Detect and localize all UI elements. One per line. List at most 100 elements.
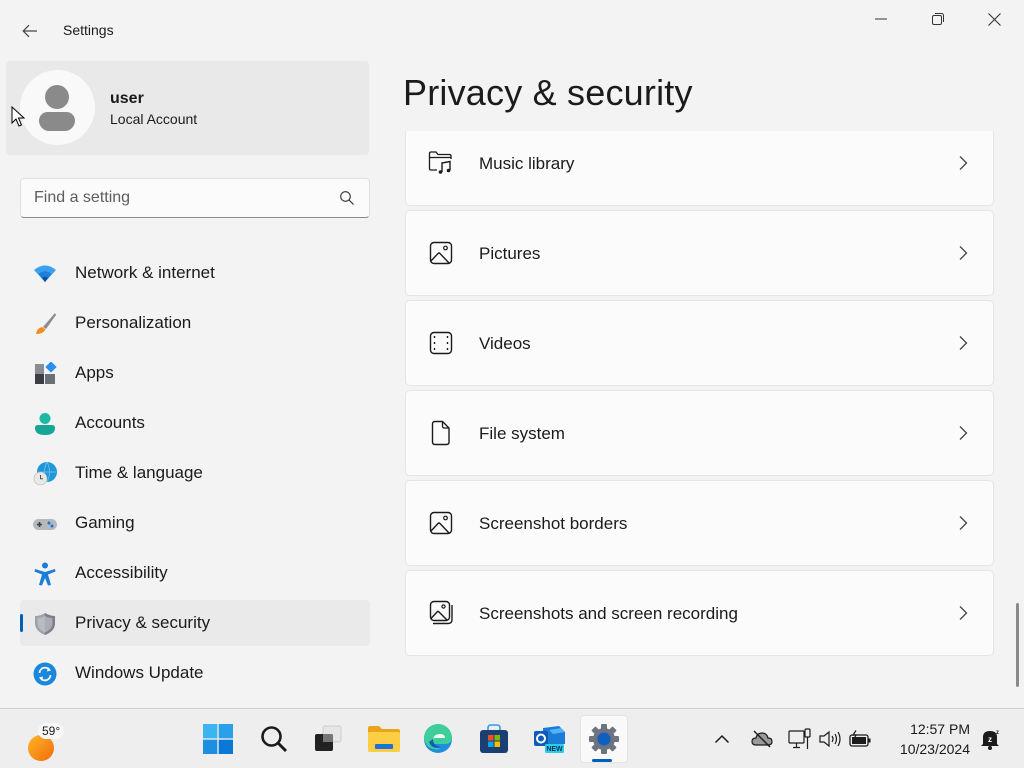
setting-label: Pictures [479, 244, 541, 263]
setting-card-pictures[interactable]: Pictures [405, 210, 994, 296]
back-button[interactable] [14, 16, 46, 46]
setting-label: Screenshots and screen recording [479, 604, 738, 623]
store-icon [480, 724, 508, 753]
setting-card-videos[interactable]: Videos [405, 300, 994, 386]
minimize-button[interactable] [852, 0, 909, 38]
network-tray-icon[interactable] [786, 725, 814, 753]
sidebar-item-label: Privacy & security [75, 613, 211, 632]
music-folder-icon [428, 151, 452, 174]
task-view-button[interactable] [306, 717, 350, 761]
close-icon [988, 12, 1001, 26]
avatar [20, 70, 95, 145]
setting-card-music-library[interactable]: Music library [405, 131, 994, 206]
outlook-button[interactable]: NEW [527, 717, 571, 761]
sidebar-item-label: Accessibility [75, 563, 168, 582]
accessibility-icon [34, 562, 56, 586]
sidebar-item-windows-update[interactable]: Windows Update [20, 650, 370, 696]
store-button[interactable] [472, 717, 516, 761]
setting-label: Music library [479, 154, 575, 173]
sidebar-item-label: Network & internet [75, 263, 215, 282]
edge-icon [423, 724, 452, 753]
taskbar-clock[interactable]: 12:57 PM 10/23/2024 [880, 719, 970, 759]
gamepad-icon [33, 519, 57, 530]
battery-tray-icon[interactable] [846, 725, 874, 753]
file-icon [431, 420, 450, 446]
sidebar-item-accessibility[interactable]: Accessibility [20, 550, 370, 596]
sidebar-nav: Network & internet Personalization Apps … [20, 250, 370, 700]
close-button[interactable] [966, 0, 1023, 38]
battery-charging-icon [849, 730, 871, 747]
sidebar-item-network[interactable]: Network & internet [20, 250, 370, 296]
svg-text:z: z [996, 730, 999, 736]
avatar-head [45, 85, 69, 109]
page-title: Privacy & security [403, 72, 693, 113]
volume-icon [819, 730, 841, 748]
paintbrush-icon [36, 313, 56, 334]
search-icon[interactable] [339, 190, 355, 206]
restore-icon [931, 13, 944, 25]
setting-card-screenshot-borders[interactable]: Screenshot borders [405, 480, 994, 566]
sidebar-item-apps[interactable]: Apps [20, 350, 370, 396]
video-icon [429, 331, 453, 355]
chevron-right-icon [959, 606, 968, 620]
weather-widget[interactable]: 59° [26, 723, 76, 763]
user-account-card[interactable]: user Local Account [6, 61, 369, 155]
apps-icon [35, 362, 57, 384]
sidebar-item-personalization[interactable]: Personalization [20, 300, 370, 346]
setting-card-file-system[interactable]: File system [405, 390, 994, 476]
sidebar-item-label: Time & language [75, 463, 203, 482]
shield-icon [35, 613, 55, 635]
sidebar-item-accounts[interactable]: Accounts [20, 400, 370, 446]
screenshots-icon [429, 600, 453, 625]
settings-app-button[interactable] [580, 715, 628, 763]
search-icon [261, 726, 288, 753]
sidebar-item-time-language[interactable]: Time & language [20, 450, 370, 496]
svg-text:z: z [988, 735, 992, 744]
setting-label: Screenshot borders [479, 514, 628, 533]
chevron-right-icon [959, 246, 968, 260]
picture-icon [429, 241, 453, 265]
notifications-button[interactable]: zz [976, 725, 1004, 753]
scrollbar-thumb[interactable] [1016, 603, 1019, 687]
sidebar-item-label: Windows Update [75, 663, 204, 682]
update-icon [33, 662, 57, 686]
gear-icon [589, 724, 619, 754]
edge-button[interactable] [416, 717, 460, 761]
search-box[interactable] [20, 178, 370, 218]
sidebar-item-label: Apps [75, 363, 114, 382]
sidebar-item-gaming[interactable]: Gaming [20, 500, 370, 546]
show-hidden-icons-button[interactable] [708, 725, 736, 753]
title-bar: Settings [0, 0, 1024, 60]
outlook-new-badge: NEW [546, 746, 563, 753]
chevron-right-icon [959, 516, 968, 530]
clock-date: 10/23/2024 [899, 741, 970, 757]
sidebar-item-label: Personalization [75, 313, 192, 332]
volume-tray-icon[interactable] [816, 725, 844, 753]
chevron-up-icon [714, 734, 730, 744]
setting-label: Videos [479, 334, 531, 353]
folder-icon [368, 726, 400, 752]
person-icon [35, 413, 55, 435]
windows-logo-icon [203, 724, 233, 754]
setting-card-screenshots-recording[interactable]: Screenshots and screen recording [405, 570, 994, 656]
minimize-icon [874, 18, 887, 20]
search-input[interactable] [21, 179, 331, 217]
start-button[interactable] [196, 717, 240, 761]
restore-button[interactable] [909, 0, 966, 38]
back-arrow-icon [22, 24, 37, 38]
taskbar: 59° NEW 12:57 PM 10/23/2024 z z [0, 708, 1024, 768]
ethernet-icon [788, 728, 811, 749]
onedrive-tray-icon[interactable] [748, 725, 776, 753]
outlook-icon: NEW [534, 726, 565, 753]
taskbar-search-button[interactable] [252, 717, 296, 761]
cloud-offline-icon [751, 730, 773, 748]
wifi-icon [34, 265, 56, 282]
sidebar-item-privacy-security[interactable]: Privacy & security [20, 600, 370, 646]
bell-snooze-icon: zz [981, 730, 999, 750]
app-title: Settings [63, 22, 114, 38]
file-explorer-button[interactable] [362, 717, 406, 761]
setting-label: File system [479, 424, 565, 443]
active-app-indicator [592, 759, 612, 762]
clock-time: 12:57 PM [910, 721, 970, 737]
avatar-body [39, 112, 75, 131]
